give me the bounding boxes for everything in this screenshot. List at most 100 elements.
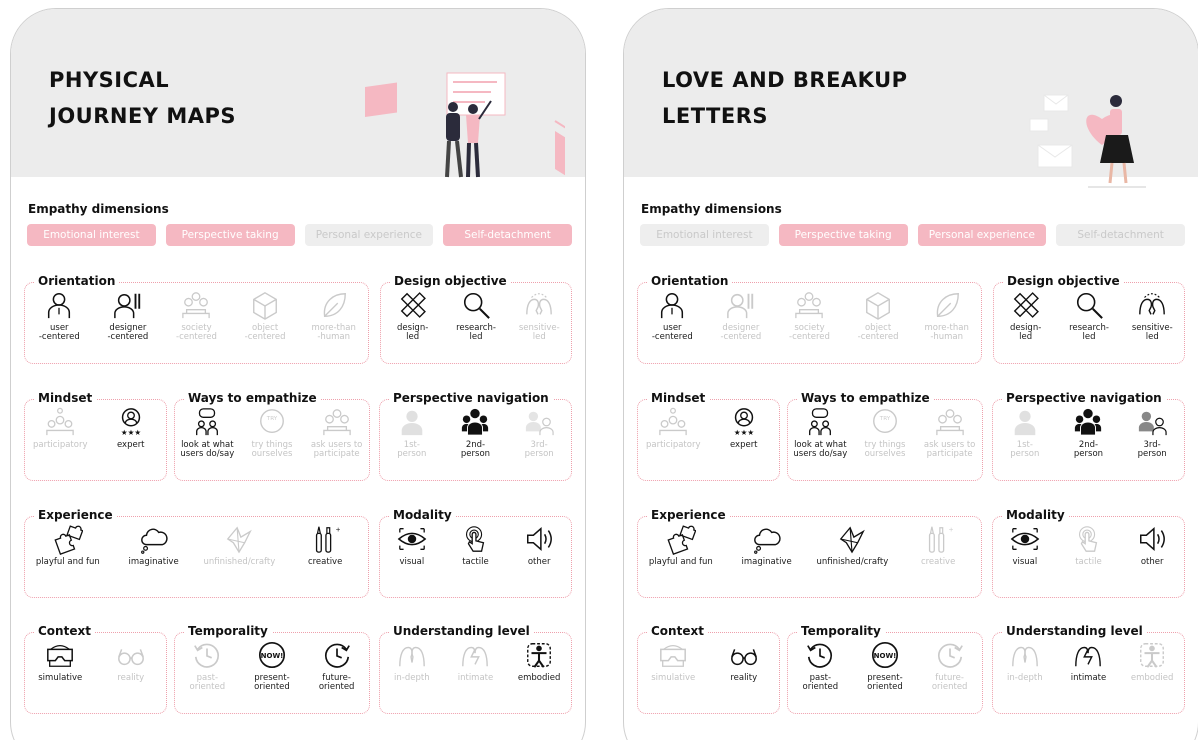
section-temporality: Temporality past- oriented NOW! present- or… bbox=[787, 624, 983, 714]
eye-icon bbox=[1010, 528, 1040, 550]
letters-illustration bbox=[1029, 94, 1146, 188]
attribute-item: + creative bbox=[905, 523, 971, 567]
empathy-dimension-chip: Personal experience bbox=[304, 224, 434, 246]
attribute-item: unfinished/crafty bbox=[817, 523, 888, 567]
attribute-item: user -centered bbox=[26, 289, 92, 342]
expert-icon: ★★★ bbox=[734, 408, 754, 437]
attribute-label: research- led bbox=[456, 323, 496, 342]
attribute-item: 3rd- person bbox=[1121, 406, 1183, 459]
attribute-item: imaginative bbox=[734, 523, 800, 567]
crowd-icon bbox=[935, 409, 964, 436]
attribute-label: past- oriented bbox=[802, 673, 839, 692]
crowd-icon bbox=[795, 292, 824, 319]
speaker-icon bbox=[527, 527, 553, 551]
speaker-icon bbox=[1140, 527, 1166, 551]
attribute-item: TRY try things ourselves bbox=[240, 406, 303, 459]
method-card-love-and-breakup-letters: LOVE AND BREAKUP LETTERS Empathy dimensi… bbox=[623, 8, 1198, 740]
attribute-item: embodied bbox=[1121, 639, 1183, 683]
user-icon bbox=[48, 293, 71, 319]
attribute-item: society -centered bbox=[163, 289, 229, 342]
attribute-item: participatory bbox=[640, 406, 706, 450]
svg-text:TRY: TRY bbox=[879, 416, 891, 422]
attribute-item: reality bbox=[98, 639, 164, 683]
empathy-dimension-chip: Emotional interest bbox=[27, 224, 156, 246]
attribute-item: other bbox=[508, 523, 570, 567]
section-title: Perspective navigation bbox=[389, 391, 553, 405]
attribute-item: unfinished/crafty bbox=[204, 523, 275, 567]
attribute-label: simulative bbox=[651, 673, 696, 683]
speech-people-icon bbox=[809, 408, 832, 436]
group-idea-icon bbox=[659, 407, 688, 436]
designer-icon bbox=[727, 293, 754, 319]
puzzle-icon bbox=[54, 525, 83, 555]
section-design-objective: Design objective design- led research- led… bbox=[380, 274, 572, 364]
attribute-label: in-depth bbox=[394, 673, 430, 683]
section-ways-to-empathize: Ways to empathize look at what users do/s… bbox=[174, 391, 370, 481]
attribute-item: participatory bbox=[27, 406, 93, 450]
section-title: Modality bbox=[389, 508, 456, 522]
section-title: Modality bbox=[1002, 508, 1069, 522]
pair-icon bbox=[526, 411, 554, 436]
section-items: user -centered designer -centered society … bbox=[25, 289, 368, 363]
attribute-label: other bbox=[1140, 557, 1164, 567]
section-title: Understanding level bbox=[389, 624, 534, 638]
attribute-label: more-than -human bbox=[311, 323, 356, 342]
attribute-item: designer -centered bbox=[95, 289, 161, 342]
attribute-item: ask users to participate bbox=[305, 406, 368, 459]
attribute-label: imaginative bbox=[741, 557, 792, 567]
head-pair-icon bbox=[398, 646, 425, 667]
card-title: LOVE AND BREAKUP LETTERS bbox=[662, 68, 908, 128]
attribute-item: visual bbox=[994, 523, 1056, 567]
future-icon bbox=[324, 643, 350, 668]
attribute-item: reality bbox=[711, 639, 777, 683]
user-icon bbox=[661, 293, 684, 319]
section-title: Perspective navigation bbox=[1002, 391, 1166, 405]
section-items: simulative reality bbox=[25, 639, 166, 713]
attribute-label: 3rd- person bbox=[524, 440, 554, 459]
section-title: Mindset bbox=[647, 391, 710, 405]
empathy-dimensions-title: Empathy dimensions bbox=[28, 202, 169, 216]
attribute-label: try things ourselves bbox=[864, 440, 906, 459]
section-title: Ways to empathize bbox=[797, 391, 934, 405]
ruler-pencil-icon bbox=[1013, 292, 1039, 318]
touch-icon bbox=[1079, 526, 1098, 552]
attribute-item: look at what users do/say bbox=[176, 406, 239, 459]
attribute-label: imaginative bbox=[128, 557, 179, 567]
attribute-label: object -centered bbox=[857, 323, 899, 342]
leaf-icon bbox=[323, 293, 346, 317]
section-items: design- led research- led sensitive- led bbox=[994, 289, 1184, 363]
section-items: design- led research- led sensitive- led bbox=[381, 289, 571, 363]
faces-icon bbox=[1139, 293, 1166, 315]
attribute-item: TRY try things ourselves bbox=[853, 406, 916, 459]
attribute-item: design- led bbox=[382, 289, 444, 342]
attribute-label: look at what users do/say bbox=[180, 440, 235, 459]
future-icon bbox=[937, 643, 963, 668]
empathy-dimension-chip: Personal experience bbox=[917, 224, 1047, 246]
attribute-item: designer -centered bbox=[708, 289, 774, 342]
body-icon bbox=[527, 643, 552, 668]
section-understanding-level: Understanding level in-depth intimate embod… bbox=[379, 624, 572, 714]
section-title: Context bbox=[647, 624, 708, 638]
group-icon bbox=[1075, 408, 1102, 436]
svg-text:NOW!: NOW! bbox=[874, 651, 897, 660]
origami-icon bbox=[840, 526, 866, 554]
person-icon bbox=[1014, 410, 1036, 436]
attribute-label: present- oriented bbox=[254, 673, 290, 692]
section-understanding-level: Understanding level in-depth intimate embod… bbox=[992, 624, 1185, 714]
attribute-item: future- oriented bbox=[305, 639, 368, 692]
method-card-physical-journey-maps: PHYSICAL JOURNEY MAPS Empathy dimensions… bbox=[10, 8, 586, 740]
attribute-item: 3rd- person bbox=[508, 406, 570, 459]
attribute-item: simulative bbox=[27, 639, 93, 683]
attribute-item: object -centered bbox=[845, 289, 911, 342]
empathy-dimension-chip: Perspective taking bbox=[165, 224, 295, 246]
crowd-icon bbox=[182, 292, 211, 319]
cloud-icon bbox=[140, 528, 168, 554]
attribute-label: 2nd- person bbox=[460, 440, 491, 459]
card-header: LOVE AND BREAKUP LETTERS bbox=[624, 9, 1198, 188]
past-icon bbox=[807, 643, 833, 668]
cube-icon bbox=[253, 291, 278, 320]
attribute-item: user -centered bbox=[639, 289, 705, 342]
attribute-item: ★★★ expert bbox=[711, 406, 777, 450]
attribute-item: NOW! present- oriented bbox=[240, 639, 303, 692]
attribute-label: 2nd- person bbox=[1073, 440, 1104, 459]
